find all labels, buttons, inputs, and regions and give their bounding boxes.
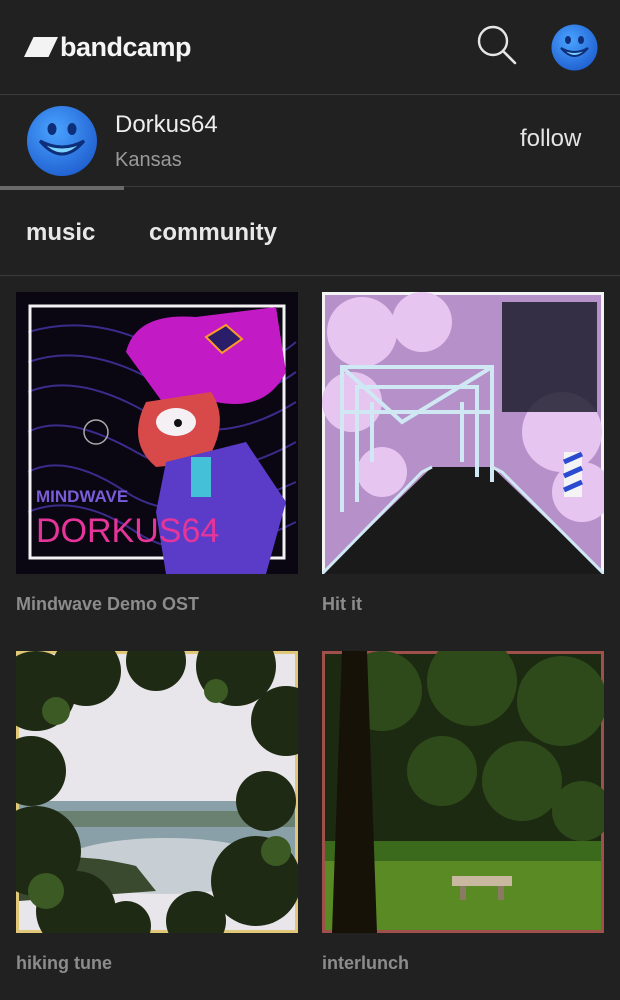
album-cover[interactable]	[322, 651, 604, 933]
tab-music[interactable]: music	[26, 219, 95, 247]
album-cover[interactable]: MINDWAVE DORKUS64	[16, 292, 298, 574]
album-art-image	[322, 292, 604, 574]
album-art-image	[16, 651, 298, 933]
profile-avatar[interactable]	[26, 105, 98, 177]
album-art-image	[322, 651, 604, 933]
album-cover[interactable]	[322, 292, 604, 574]
bandcamp-logo[interactable]: bandcamp	[24, 27, 192, 67]
profile-name: Dorkus64	[115, 111, 218, 138]
smiley-avatar-icon	[27, 106, 97, 176]
top-bar: bandcamp	[0, 0, 620, 95]
album-title[interactable]: Mindwave Demo OST	[16, 594, 298, 615]
search-button[interactable]	[474, 22, 520, 68]
logo-text: bandcamp	[60, 31, 192, 62]
svg-text:MINDWAVE: MINDWAVE	[36, 487, 128, 506]
header-avatar[interactable]	[551, 24, 598, 71]
album-card[interactable]: MINDWAVE DORKUS64 Mindwave Demo OST	[16, 292, 298, 615]
album-card[interactable]: interlunch	[322, 651, 604, 974]
album-cover[interactable]	[16, 651, 298, 933]
album-title[interactable]: Hit it	[322, 594, 604, 615]
album-art-image: MINDWAVE DORKUS64	[16, 292, 298, 574]
profile-header: Dorkus64 Kansas follow	[0, 95, 620, 187]
bandcamp-logo-mark-icon	[24, 37, 58, 57]
tab-community[interactable]: community	[149, 219, 277, 247]
album-title[interactable]: interlunch	[322, 953, 604, 974]
svg-text:DORKUS64: DORKUS64	[36, 512, 219, 550]
search-icon	[477, 25, 517, 65]
album-title[interactable]: hiking tune	[16, 953, 298, 974]
follow-button[interactable]: follow	[520, 125, 581, 153]
smiley-avatar-icon	[551, 24, 598, 71]
album-card[interactable]: Hit it	[322, 292, 604, 615]
album-card[interactable]: hiking tune	[16, 651, 298, 974]
profile-tabs: music community	[0, 188, 620, 276]
profile-location: Kansas	[115, 149, 182, 171]
